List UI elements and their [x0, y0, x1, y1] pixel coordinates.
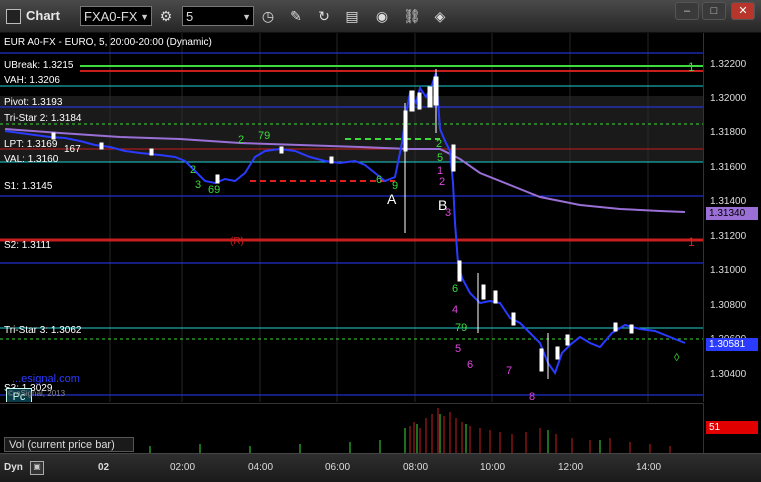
- price-tick: 1.30800: [710, 300, 747, 311]
- link-icon[interactable]: ⛓: [402, 6, 422, 26]
- dataset-icon[interactable]: ▤: [342, 6, 362, 26]
- time-tick: 10:00: [480, 462, 506, 473]
- last-price-tag: 1.30581: [706, 338, 758, 351]
- price-chart-svg: 1 2 3 4 5 6 7 8 6 79 2 79 2 3 69 6 9 2 5…: [0, 33, 703, 402]
- level-val: VAL: 1.3160: [4, 154, 59, 165]
- svg-text:2: 2: [190, 164, 196, 176]
- price-tick: 1.31400: [710, 196, 747, 207]
- right-marker-red: 1: [688, 235, 695, 249]
- svg-text:2: 2: [436, 138, 442, 150]
- marker-b: B: [438, 197, 448, 213]
- interval-value: 5: [186, 9, 194, 24]
- svg-text:◊: ◊: [674, 352, 680, 364]
- svg-text:5: 5: [437, 152, 443, 164]
- chevron-down-icon[interactable]: ▼: [140, 7, 149, 27]
- price-tick: 1.32000: [710, 93, 747, 104]
- clock-icon[interactable]: ◷: [258, 6, 278, 26]
- volume-last-tag: 51: [706, 421, 758, 434]
- level-tristar3: Tri-Star 3: 1.3062: [4, 325, 82, 336]
- time-tick: 08:00: [403, 462, 429, 473]
- interval-input[interactable]: 5 ▼: [182, 6, 254, 26]
- price-tick: 1.31200: [710, 231, 747, 242]
- level-ubreak: UBreak: 1.3215: [4, 60, 74, 71]
- chevron-down-icon[interactable]: ▼: [242, 7, 251, 27]
- right-marker-green: 1: [688, 60, 695, 74]
- pencil-icon[interactable]: ✎: [286, 6, 306, 26]
- chart-heading: EUR A0-FX - EURO, 5, 20:00-20:00 (Dynami…: [4, 37, 212, 48]
- dropper-icon[interactable]: ◈: [430, 6, 450, 26]
- level-s1: S1: 1.3145: [4, 181, 53, 192]
- settings-icon[interactable]: ⚙: [156, 6, 176, 26]
- svg-text:2: 2: [439, 176, 445, 188]
- vwap-price-tag: 1.31340: [706, 207, 758, 220]
- price-tick: 1.32200: [710, 59, 747, 70]
- refresh-icon[interactable]: ↻: [314, 6, 334, 26]
- svg-text:8: 8: [529, 391, 535, 402]
- maximize-button[interactable]: □: [702, 2, 726, 20]
- price-tick: 1.30400: [710, 369, 747, 380]
- marker-a: A: [387, 191, 397, 207]
- close-button[interactable]: ✕: [731, 2, 755, 20]
- watermark: ...esignal.com: [12, 373, 80, 385]
- count-labels: 1 2 3 4 5 6 7 8 6 79 2 79 2 3 69 6 9 2 5…: [190, 130, 680, 402]
- time-tick: 06:00: [325, 462, 351, 473]
- time-axis[interactable]: Dyn ▣ 02 02:00 04:00 06:00 08:00 10:00 1…: [0, 453, 761, 482]
- copyright: © eSignal, 2013: [8, 389, 66, 398]
- window-title: Chart: [26, 8, 60, 23]
- level-vah: VAH: 1.3206: [4, 75, 60, 86]
- dyn-label: Dyn: [4, 462, 23, 473]
- minimize-button[interactable]: –: [675, 2, 699, 20]
- svg-text:3: 3: [195, 179, 201, 191]
- price-tick: 1.31800: [710, 127, 747, 138]
- svg-text:6: 6: [467, 359, 473, 371]
- svg-text:6: 6: [452, 283, 458, 295]
- volume-legend: Vol (current price bar): [4, 437, 134, 452]
- price-chart[interactable]: 1 2 3 4 5 6 7 8 6 79 2 79 2 3 69 6 9 2 5…: [0, 33, 703, 402]
- range-tag: (R): [230, 236, 244, 247]
- price-tick: 1.31600: [710, 162, 747, 173]
- lock-icon[interactable]: ▣: [30, 461, 44, 475]
- symbol-input[interactable]: FXA0-FX ▼: [80, 6, 152, 26]
- svg-text:79: 79: [258, 130, 270, 142]
- symbol-value: FXA0-FX: [84, 9, 138, 24]
- level-pivot: Pivot: 1.3193: [4, 97, 63, 108]
- level-s2: S2: 1.3111: [4, 240, 51, 251]
- svg-text:6: 6: [376, 174, 382, 186]
- volume-axis: 51: [703, 403, 761, 453]
- svg-text:5: 5: [455, 343, 461, 355]
- day-label: 02: [98, 462, 110, 473]
- title-bar: Chart FXA0-FX ▼ ⚙ 5 ▼ ◷ ✎ ↻ ▤ ◉ ⛓ ◈ – □ ✕: [0, 0, 761, 33]
- value-area-shading: [0, 96, 703, 162]
- level-lpt: LPT: 1.3169: [4, 139, 58, 150]
- price-axis[interactable]: 1.32200 1.32000 1.31800 1.31600 1.31400 …: [703, 33, 761, 402]
- play-circle-icon[interactable]: ◉: [372, 6, 392, 26]
- level-tristar2: Tri-Star 2: 1.3184: [4, 113, 82, 124]
- count-167: 167: [64, 144, 81, 155]
- svg-text:69: 69: [208, 184, 220, 196]
- svg-text:4: 4: [452, 304, 458, 316]
- time-tick: 14:00: [636, 462, 662, 473]
- svg-text:79: 79: [455, 322, 467, 334]
- chart-window-icon: [6, 9, 21, 24]
- time-tick: 02:00: [170, 462, 196, 473]
- price-tick: 1.31000: [710, 265, 747, 276]
- svg-text:7: 7: [506, 365, 512, 377]
- volume-bars-green: [149, 414, 601, 454]
- time-tick: 12:00: [558, 462, 584, 473]
- volume-bars: [409, 408, 671, 454]
- svg-text:2: 2: [238, 134, 244, 146]
- time-tick: 04:00: [248, 462, 274, 473]
